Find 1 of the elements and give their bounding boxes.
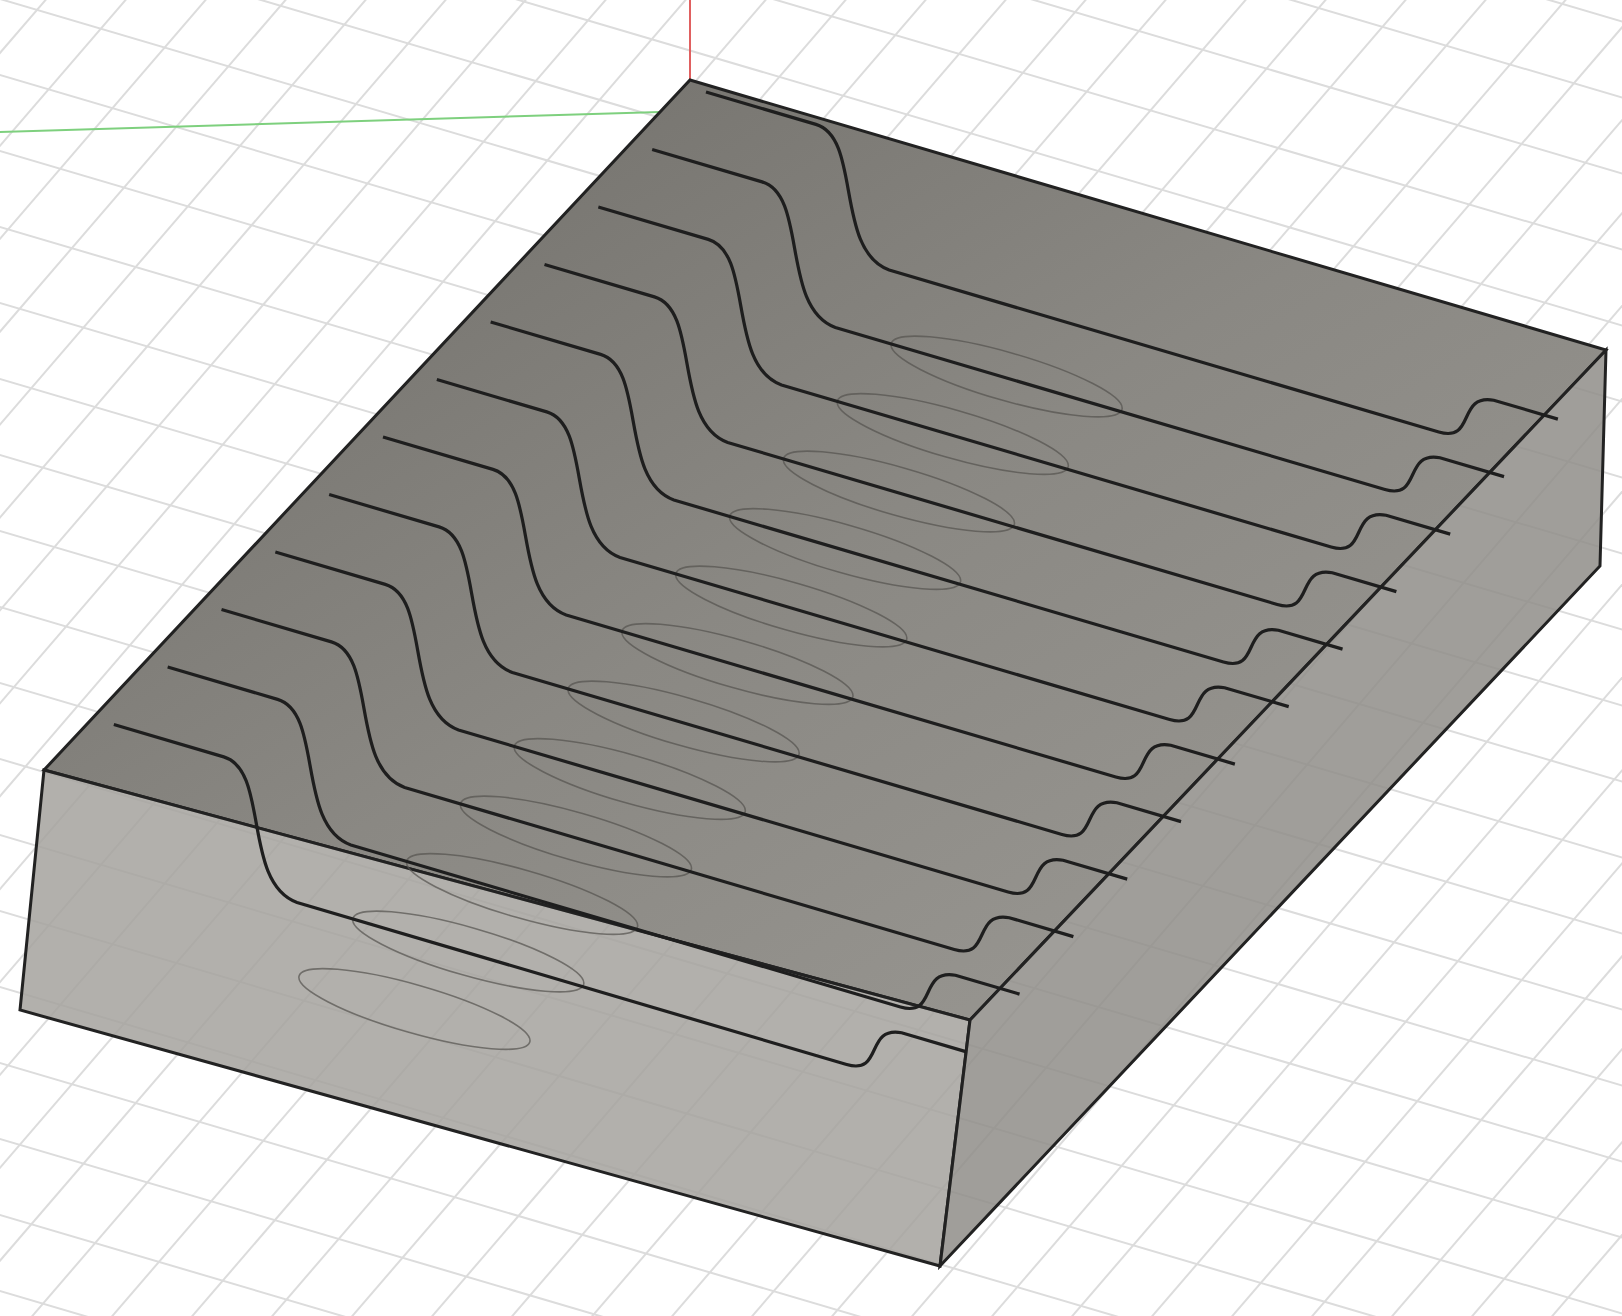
x-axis-line <box>689 0 691 81</box>
